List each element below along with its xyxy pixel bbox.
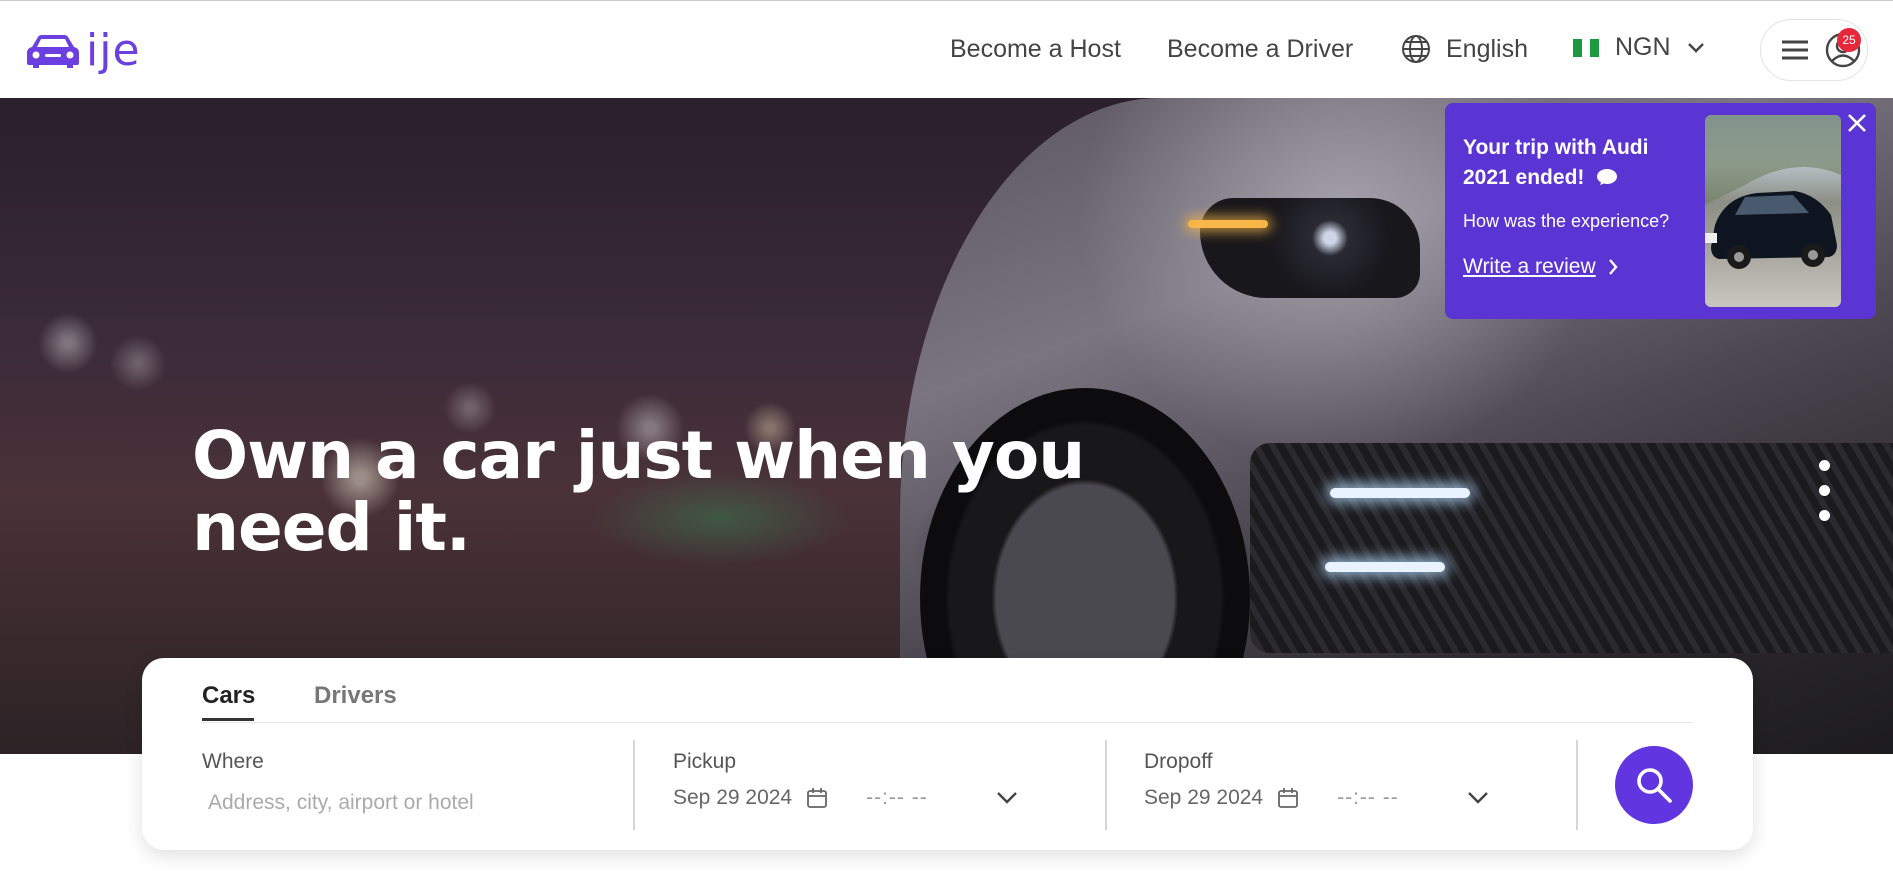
car-photo-icon <box>1705 115 1841 269</box>
chevron-down-icon[interactable] <box>1467 791 1489 805</box>
pickup-time[interactable]: --:-- -- <box>866 786 996 810</box>
chevron-down-icon <box>1687 42 1704 53</box>
become-driver-link[interactable]: Become a Driver <box>1167 35 1353 64</box>
field-divider <box>1105 740 1107 830</box>
dropoff-datetime: Sep 29 2024 --:-- -- <box>1144 786 1489 810</box>
more-options-icon[interactable] <box>1819 460 1830 521</box>
active-tab-indicator <box>202 718 254 721</box>
car-drl-bottom-graphic <box>1325 562 1445 572</box>
hamburger-icon <box>1782 40 1808 60</box>
write-review-label: Write a review <box>1463 255 1596 278</box>
search-panel: Cars Drivers Where Pickup Sep 29 2024 --… <box>142 658 1753 850</box>
calendar-icon[interactable] <box>806 787 828 809</box>
currency-label: NGN <box>1615 33 1671 61</box>
ije-logo[interactable]: ije <box>26 29 141 73</box>
user-menu-button[interactable]: 25 <box>1760 19 1868 81</box>
where-input[interactable] <box>202 784 602 822</box>
car-drl-top-graphic <box>1330 488 1470 498</box>
notification-badge: 25 <box>1837 28 1861 52</box>
top-navbar: ije Become a Host Become a Driver Englis… <box>0 0 1893 98</box>
dropoff-date[interactable]: Sep 29 2024 <box>1144 786 1263 810</box>
tab-divider <box>202 722 1693 723</box>
search-icon <box>1637 768 1672 803</box>
where-label: Where <box>202 750 264 773</box>
globe-icon <box>1402 35 1430 63</box>
car-headlamp-graphic <box>1200 198 1420 298</box>
car-amber-light-graphic <box>1188 220 1268 228</box>
dropoff-time[interactable]: --:-- -- <box>1337 786 1467 810</box>
nigeria-flag-icon <box>1573 38 1600 57</box>
close-icon[interactable] <box>1847 113 1867 133</box>
popup-title-text: Your trip with Audi 2021 ended! <box>1463 136 1649 189</box>
trip-review-popup: Your trip with Audi 2021 ended! How was … <box>1445 103 1876 319</box>
chevron-right-icon <box>1608 259 1618 275</box>
logo-text: ije <box>86 25 141 76</box>
chevron-down-icon[interactable] <box>996 791 1018 805</box>
currency-selector[interactable]: NGN <box>1573 33 1705 62</box>
tab-drivers[interactable]: Drivers <box>314 682 397 710</box>
hero-title: Own a car just when you need it. <box>192 417 1085 566</box>
trip-car-thumbnail <box>1705 115 1841 307</box>
popup-title: Your trip with Audi 2021 ended! <box>1463 133 1693 193</box>
dropoff-label: Dropoff <box>1144 750 1213 773</box>
pickup-label: Pickup <box>673 750 737 773</box>
car-grille-graphic <box>1250 443 1893 653</box>
tab-cars[interactable]: Cars <box>202 682 255 710</box>
popup-question: How was the experience? <box>1463 211 1670 231</box>
calendar-icon[interactable] <box>1277 787 1299 809</box>
field-divider <box>1576 740 1578 830</box>
car-logo-icon <box>27 35 79 68</box>
field-divider <box>633 740 635 830</box>
language-selector[interactable]: English <box>1400 33 1528 65</box>
write-review-link[interactable]: Write a review <box>1463 255 1618 279</box>
pickup-datetime: Sep 29 2024 --:-- -- <box>673 786 1018 810</box>
chat-bubble-icon <box>1597 169 1618 185</box>
pickup-date[interactable]: Sep 29 2024 <box>673 786 792 810</box>
language-label: English <box>1446 34 1528 63</box>
search-button[interactable] <box>1615 746 1693 824</box>
become-host-link[interactable]: Become a Host <box>950 35 1121 64</box>
